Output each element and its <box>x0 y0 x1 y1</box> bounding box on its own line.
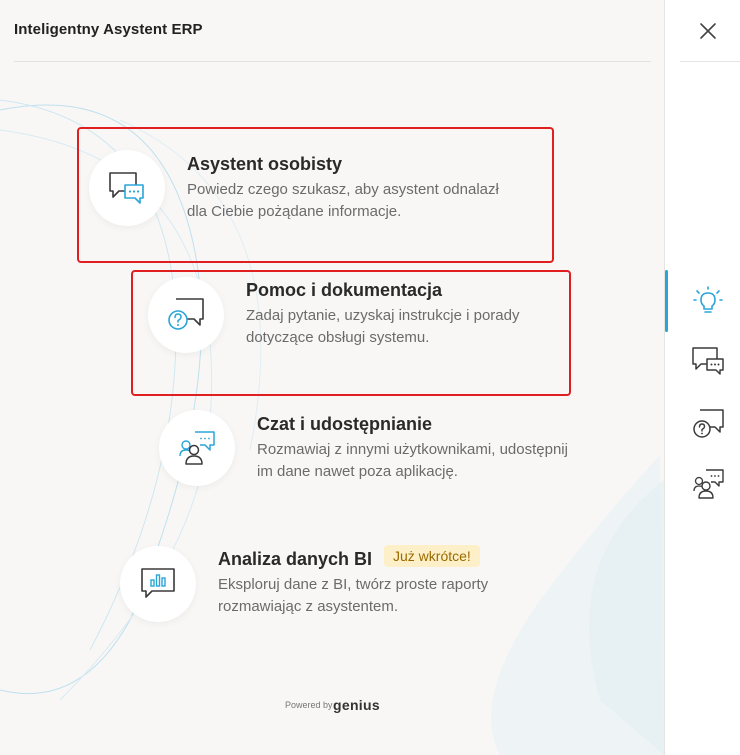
close-button[interactable] <box>693 16 723 46</box>
sidebar-header-divider <box>680 61 740 62</box>
help-question-icon <box>693 409 724 438</box>
sidebar-tab-chat-sharing[interactable] <box>690 466 726 502</box>
desc-line: im dane nawet poza aplikację. <box>257 463 458 480</box>
bi-analysis-icon-circle[interactable] <box>120 546 196 622</box>
desc-line: rozmawiając z asystentem. <box>218 598 399 615</box>
close-icon <box>700 23 716 39</box>
bi-analysis-title: Analiza danych BI <box>218 549 373 569</box>
panel-title: Inteligentny Asystent ERP <box>14 21 203 38</box>
sidebar-tab-personal-assistant[interactable] <box>690 343 726 379</box>
chat-sharing-desc: Rozmawiaj z innymi użytkownikami, udostę… <box>257 439 568 483</box>
header-divider <box>14 61 651 62</box>
sidebar-tab-home[interactable] <box>690 283 726 319</box>
genius-logo: genius <box>333 697 380 713</box>
desc-line: Rozmawiaj z innymi użytkownikami, udostę… <box>257 441 568 458</box>
chat-users-icon <box>179 431 215 465</box>
lightbulb-icon <box>693 286 723 313</box>
chat-sharing-icon-circle[interactable] <box>159 410 235 486</box>
sidebar-divider <box>664 0 665 755</box>
chat-sharing-title[interactable]: Czat i udostępnianie <box>257 414 432 435</box>
desc-line: Eksploruj dane z BI, twórz proste raport… <box>218 576 489 593</box>
powered-by-label: Powered by <box>285 700 333 710</box>
sidebar-tab-help-docs[interactable] <box>690 406 726 442</box>
active-tab-indicator <box>665 270 668 332</box>
bi-analysis-desc: Eksploruj dane z BI, twórz proste raport… <box>218 574 488 618</box>
chat-users-icon <box>693 469 724 499</box>
highlight-box-personal-assistant <box>77 127 554 263</box>
assistant-panel: Inteligentny Asystent ERP Asystent osobi… <box>0 0 664 755</box>
coming-soon-badge: Już wkrótce! <box>384 545 480 567</box>
chat-bubble-icon <box>692 347 724 375</box>
highlight-box-help-docs <box>131 270 571 396</box>
chart-chat-icon <box>141 568 175 598</box>
